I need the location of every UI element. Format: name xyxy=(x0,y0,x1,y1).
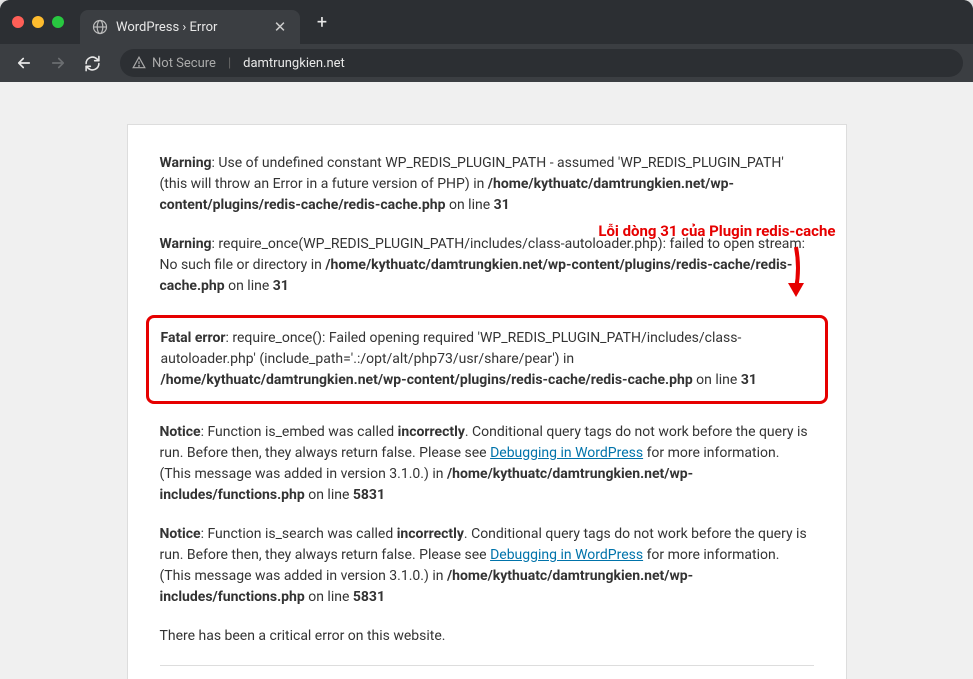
browser-window: WordPress › Error ✕ + Not Secure | damtr… xyxy=(0,0,973,82)
warning-icon xyxy=(132,56,146,70)
back-button[interactable] xyxy=(10,49,38,77)
error-warning-1: Warning: Use of undefined constant WP_RE… xyxy=(160,153,814,216)
traffic-lights xyxy=(12,16,64,28)
new-tab-button[interactable]: + xyxy=(308,8,336,36)
not-secure-label: Not Secure xyxy=(152,56,216,71)
tab-title: WordPress › Error xyxy=(116,20,264,35)
url-text: damtrungkien.net xyxy=(243,56,345,71)
notice-1: Notice: Function is_embed was called inc… xyxy=(160,422,814,506)
notice-2: Notice: Function is_search was called in… xyxy=(160,524,814,608)
address-bar[interactable]: Not Secure | damtrungkien.net xyxy=(120,49,963,77)
highlighted-fatal-error: Fatal error: require_once(): Failed open… xyxy=(146,315,828,404)
forward-button[interactable] xyxy=(44,49,72,77)
divider xyxy=(160,665,814,666)
maximize-window-button[interactable] xyxy=(52,16,64,28)
critical-error-message: There has been a critical error on this … xyxy=(160,626,814,647)
address-separator: | xyxy=(228,56,231,71)
error-warning-2: Warning: require_once(WP_REDIS_PLUGIN_PA… xyxy=(160,234,814,297)
browser-toolbar: Not Secure | damtrungkien.net xyxy=(0,44,973,82)
browser-tab[interactable]: WordPress › Error ✕ xyxy=(80,10,300,44)
annotation-arrow-icon xyxy=(784,243,808,303)
minimize-window-button[interactable] xyxy=(32,16,44,28)
wordpress-error-box: Lỗi dòng 31 của Plugin redis-cache Warni… xyxy=(127,124,847,679)
not-secure-indicator[interactable]: Not Secure xyxy=(132,56,216,71)
globe-icon xyxy=(92,19,108,35)
close-window-button[interactable] xyxy=(12,16,24,28)
debugging-link[interactable]: Debugging in WordPress xyxy=(490,445,643,461)
reload-button[interactable] xyxy=(78,49,106,77)
tab-strip: WordPress › Error ✕ + xyxy=(80,0,961,44)
title-bar: WordPress › Error ✕ + xyxy=(0,0,973,44)
page-content: Lỗi dòng 31 của Plugin redis-cache Warni… xyxy=(0,82,973,679)
debugging-link[interactable]: Debugging in WordPress xyxy=(490,547,643,563)
annotation-text: Lỗi dòng 31 của Plugin redis-cache xyxy=(598,220,835,243)
close-tab-icon[interactable]: ✕ xyxy=(272,19,288,35)
